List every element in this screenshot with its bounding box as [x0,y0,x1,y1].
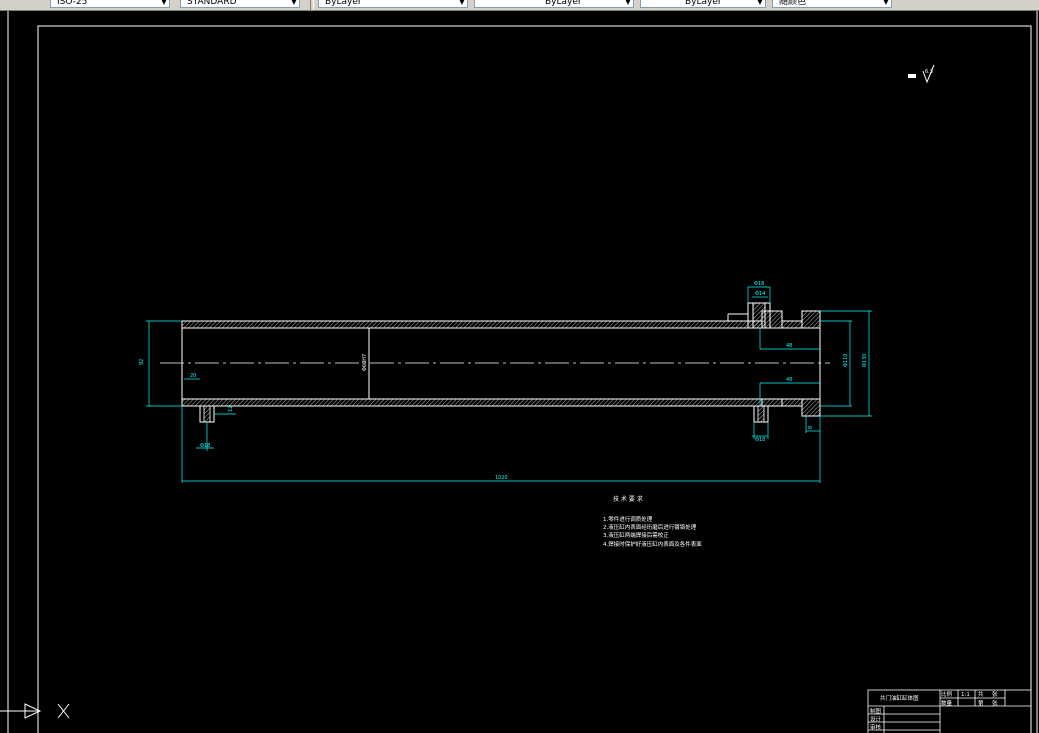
title-block-page-unit: 张 [992,699,998,707]
chevron-down-icon[interactable]: ▼ [457,0,467,7]
title-block-sheet-label: 共 [978,690,984,698]
tech-title: 技 术 要 求 [613,495,643,503]
title-block-row: 设计 [870,715,882,723]
dim-label: 48 [786,377,792,383]
dim-label: Φ60H7 [362,354,368,371]
textstyle-combo[interactable]: STANDARD ▼ [180,0,300,8]
chevron-down-icon[interactable]: ▼ [289,0,299,7]
title-block-qty-label: 数量 [941,699,953,707]
drawing-canvas[interactable]: 6.3 20 92 1020 Φ18 12 Φ60H7 Φ18 Φ14 48 4… [0,11,1039,733]
linetype-combo[interactable]: ByLayer ▼ [474,0,634,8]
tech-requirements: 技 术 要 求 1.零件进行调质处理 2.液压缸内表面经珩磨后进行镀铬处理 3.… [603,495,702,548]
chevron-down-icon[interactable]: ▼ [623,0,633,7]
tech-note: 3.液压缸两端焊接后需校正 [603,531,669,539]
textstyle-combo-text: STANDARD [187,0,237,7]
title-block: 共门油缸缸体图 比例 1:1 共 张 数量 第 张 制图 设计 审核 [867,689,1032,733]
tech-note: 1.零件进行调质处理 [603,515,653,523]
ucs-icon [0,703,70,719]
plotstyle-combo[interactable]: 随颜色 ▼ [772,0,892,8]
title-block-row: 审核 [870,723,882,731]
chevron-down-icon[interactable]: ▼ [881,0,891,7]
title-block-page-label: 第 [978,699,984,707]
dim-label: 8 [808,426,814,429]
title-block-row: 制图 [870,707,882,715]
tech-note: 4.焊接时保护好液压缸内表面及各件表面 [603,540,702,548]
dim-label: Φ110 [843,354,849,367]
svg-text:6.3: 6.3 [925,69,933,75]
dimstyle-combo[interactable]: ISO-25 ▼ [50,0,170,8]
dim-label: Φ14 [755,291,765,297]
sheet-outer-border [7,11,1038,733]
color-combo-text: ByLayer [325,0,362,7]
dim-label: 12 [228,406,234,412]
dim-label: Φ130 [862,354,868,367]
toolbar-separator [310,0,314,10]
tube-part [160,302,830,423]
chevron-down-icon[interactable]: ▼ [755,0,765,7]
dim-label: Φ18 [755,437,765,443]
dim-label: Φ18 [754,281,764,287]
dim-label: 48 [786,343,792,349]
dim-label: Φ18 [200,443,210,449]
title-block-scale-value: 1:1 [961,692,970,698]
lineweight-combo-text: ByLayer [685,0,722,7]
lineweight-combo[interactable]: ByLayer ▼ [640,0,766,8]
dim-label: 1020 [495,475,508,481]
linetype-combo-text: ByLayer [545,0,582,7]
properties-toolbar: ISO-25 ▼ STANDARD ▼ ByLayer ▼ ByLayer ▼ … [0,0,1039,11]
plotstyle-combo-text: 随颜色 [779,0,807,7]
title-block-sheet-unit: 张 [992,690,998,698]
dimstyle-combo-text: ISO-25 [57,0,88,7]
dim-label: 92 [139,359,145,365]
chevron-down-icon[interactable]: ▼ [159,0,169,7]
dim-label: 20 [190,373,196,379]
title-block-title: 共门油缸缸体图 [880,694,919,702]
sheet-inner-border [37,25,1032,733]
roughness-symbol: 6.3 [908,64,935,84]
color-combo[interactable]: ByLayer ▼ [318,0,468,8]
title-block-scale-label: 比例 [941,690,953,698]
tech-note: 2.液压缸内表面经珩磨后进行镀铬处理 [603,523,697,531]
